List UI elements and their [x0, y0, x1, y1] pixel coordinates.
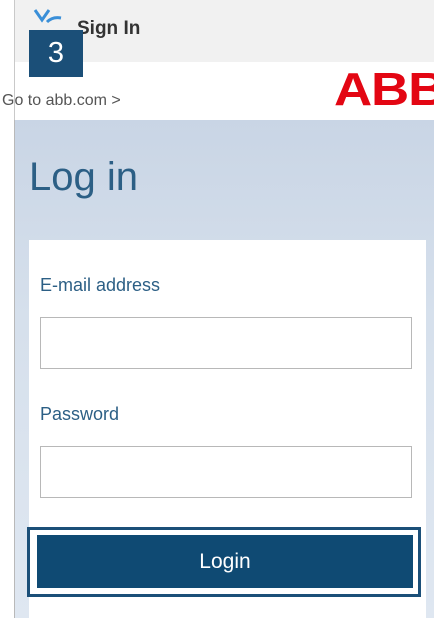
password-field[interactable]	[40, 446, 412, 498]
sign-in-window: Sign In 3 Go to abb.com > ABB Log in E-m…	[0, 0, 434, 618]
abb-app-logo-icon	[33, 9, 62, 24]
email-field[interactable]	[40, 317, 412, 369]
page-title: Log in	[29, 155, 138, 199]
login-button[interactable]: Login	[37, 535, 413, 588]
email-field-label: E-mail address	[40, 275, 161, 295]
go-to-abb-link[interactable]: Go to abb.com >	[2, 92, 121, 110]
abb-brand-logo: ABB	[334, 63, 434, 115]
window-title: Sign In	[77, 18, 141, 39]
step-number-badge: 3	[29, 30, 83, 77]
password-field-label: Password	[40, 404, 120, 424]
